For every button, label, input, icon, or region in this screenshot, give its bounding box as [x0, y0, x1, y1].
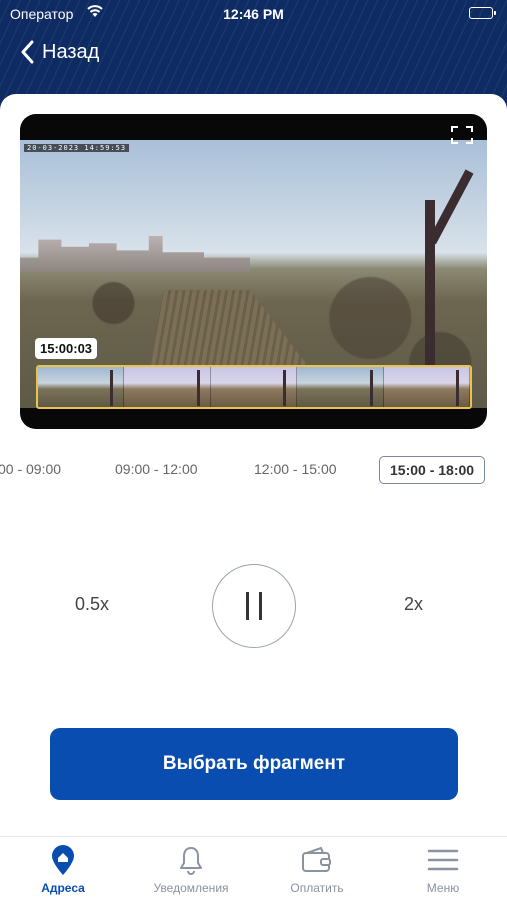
chevron-left-icon: [21, 40, 34, 64]
tab-addresses[interactable]: Адреса: [8, 843, 118, 895]
timeslot-item[interactable]: 09:00 - 12:00: [115, 456, 198, 484]
pause-button[interactable]: [212, 564, 296, 648]
select-fragment-button[interactable]: Выбрать фрагмент: [50, 728, 458, 800]
status-bar: Оператор 12:46 PM: [0, 0, 507, 28]
back-label: Назад: [42, 40, 100, 63]
timeline-thumbnail: [210, 367, 298, 407]
tab-notifications[interactable]: Уведомления: [136, 843, 246, 895]
timeline-thumbnail: [124, 367, 211, 407]
tab-label: Меню: [426, 881, 460, 895]
tab-label: Уведомления: [153, 881, 229, 895]
playback-controls: 0.5x 2x: [0, 564, 507, 648]
tab-label: Адреса: [41, 881, 85, 895]
timeslot-item[interactable]: 12:00 - 15:00: [254, 456, 337, 484]
video-player[interactable]: 20-03-2023 14:59:53 15:00:03: [20, 114, 487, 429]
osd-timestamp: 20-03-2023 14:59:53: [24, 144, 130, 152]
timeslot-selector: 00 - 09:00 09:00 - 12:00 12:00 - 15:00 1…: [0, 456, 507, 486]
timeline-strip[interactable]: [36, 365, 472, 409]
tab-menu[interactable]: Меню: [388, 843, 498, 895]
timeline-thumbnail: [297, 367, 384, 407]
bell-icon: [136, 843, 246, 877]
timeslot-item-active[interactable]: 15:00 - 18:00: [379, 456, 486, 484]
battery-icon: [469, 7, 496, 19]
tab-label: Оплатить: [290, 881, 344, 895]
timeslot-item[interactable]: 00 - 09:00: [0, 456, 61, 484]
speed-slow-button[interactable]: 0.5x: [75, 594, 109, 615]
pause-icon: [246, 592, 249, 620]
clock: 12:46 PM: [223, 6, 284, 22]
speed-fast-button[interactable]: 2x: [404, 594, 423, 615]
tab-pay[interactable]: Оплатить: [262, 843, 372, 895]
timeline-thumbnail: [383, 367, 470, 407]
content-sheet: 20-03-2023 14:59:53 15:00:03 00 - 09:00 …: [0, 94, 507, 900]
fullscreen-icon[interactable]: [451, 126, 473, 144]
wallet-icon: [262, 843, 372, 877]
home-pin-icon: [8, 843, 118, 877]
timeline-thumbnail: [38, 367, 125, 407]
current-time-badge: 15:00:03: [35, 338, 98, 359]
menu-icon: [388, 843, 498, 877]
back-button[interactable]: Назад: [20, 40, 99, 64]
tab-bar: Адреса Уведомления Оплатить Меню: [0, 836, 507, 900]
